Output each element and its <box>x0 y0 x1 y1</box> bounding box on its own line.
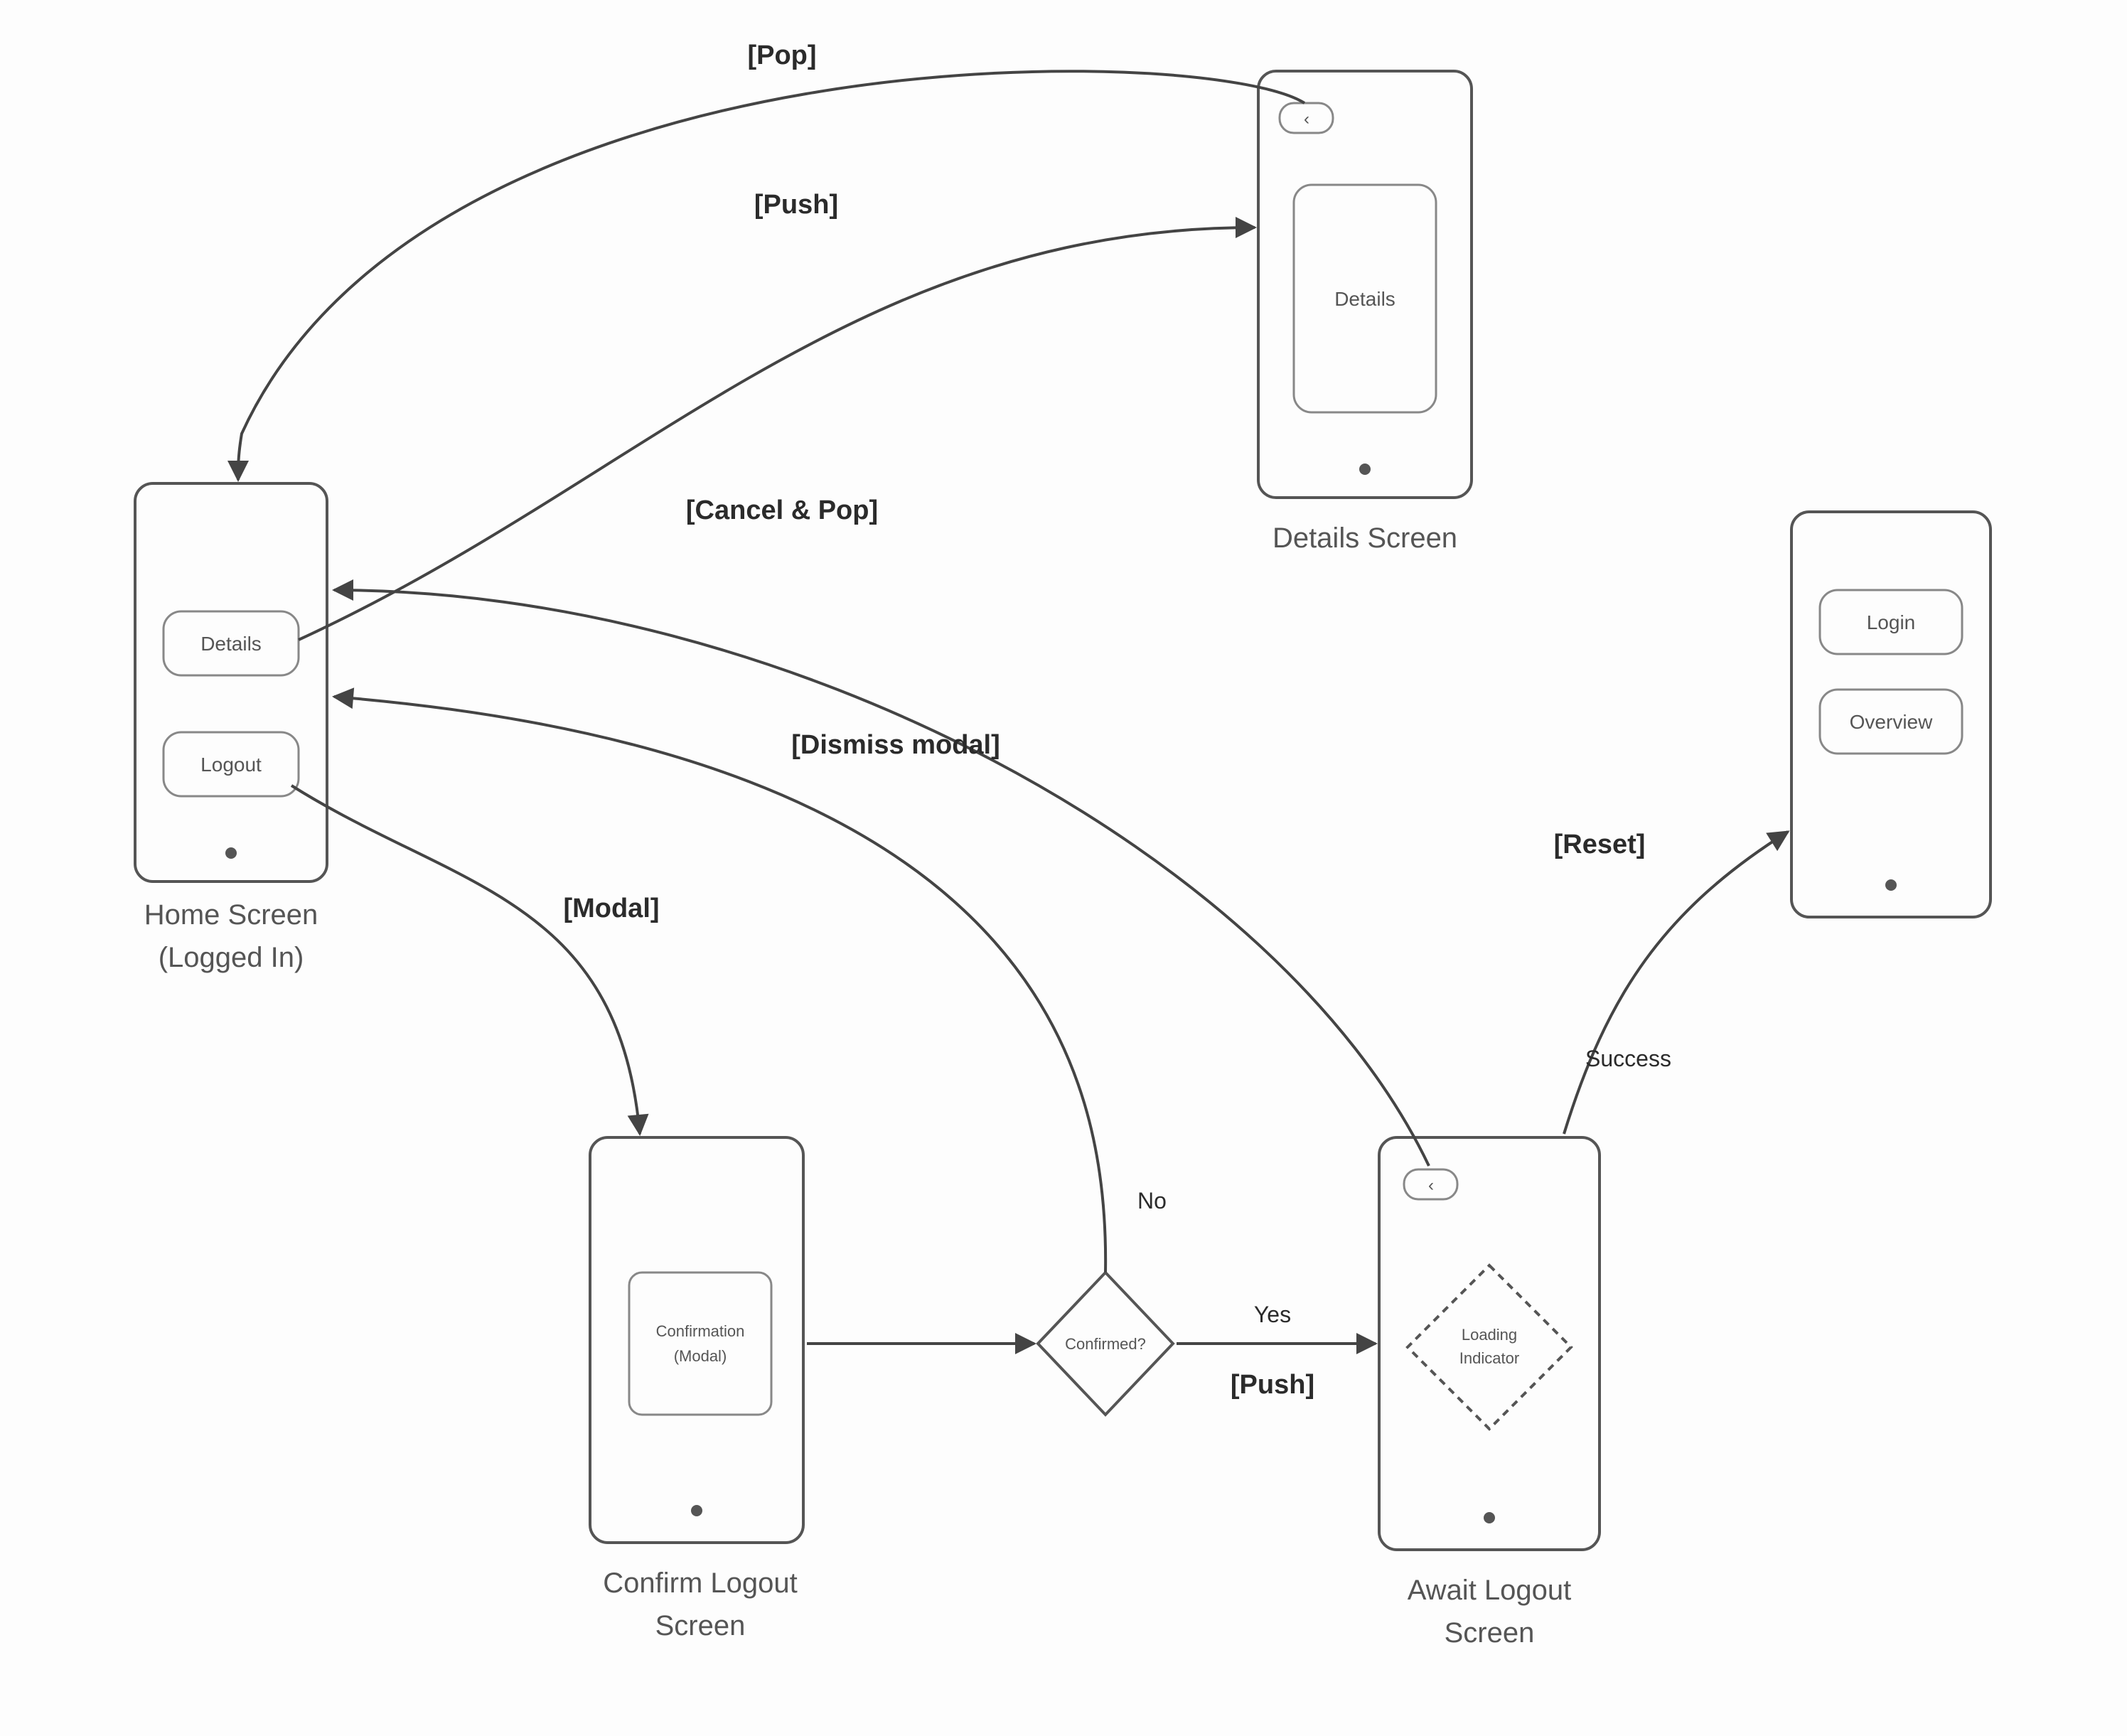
edge-push-await-label: [Push] <box>1231 1370 1314 1400</box>
edge-modal <box>291 786 640 1134</box>
details-screen-title: Details Screen <box>1273 523 1457 554</box>
edge-dismiss-modal-label: [Dismiss modal] <box>791 730 1000 760</box>
home-screen-title-1: Home Screen <box>144 899 318 931</box>
decision-label: Confirmed? <box>1065 1335 1146 1353</box>
edge-yes-label: Yes <box>1254 1302 1291 1327</box>
confirm-screen-title-2: Screen <box>655 1610 746 1641</box>
login-screen: Login Overview <box>1791 512 1991 917</box>
edge-success-label: Success <box>1585 1046 1671 1071</box>
confirm-logout-screen: Confirmation (Modal) Confirm Logout Scre… <box>590 1137 803 1641</box>
edge-reset-label: [Reset] <box>1554 830 1646 859</box>
confirm-screen-title-1: Confirm Logout <box>603 1568 797 1599</box>
edge-push-details-label: [Push] <box>754 190 838 220</box>
edge-modal-label: [Modal] <box>563 894 659 923</box>
back-icon-await: ‹ <box>1428 1176 1434 1195</box>
edge-cancel-pop <box>334 590 1429 1166</box>
home-screen: Details Logout Home Screen (Logged In) <box>135 483 327 973</box>
confirm-modal-label-2: (Modal) <box>674 1347 727 1365</box>
edge-pop <box>238 71 1304 480</box>
edge-dismiss-modal <box>334 697 1105 1272</box>
await-screen-title-2: Screen <box>1445 1617 1535 1649</box>
login-button-label: Login <box>1867 611 1916 633</box>
back-icon: ‹ <box>1304 109 1309 129</box>
edge-push-details <box>299 227 1255 640</box>
edge-pop-label: [Pop] <box>747 41 816 70</box>
home-screen-title-2: (Logged In) <box>159 942 304 973</box>
confirm-modal-label-1: Confirmation <box>656 1322 745 1340</box>
await-screen-title-1: Await Logout <box>1408 1575 1572 1606</box>
await-logout-screen: ‹ Loading Indicator Await Logout Screen <box>1379 1137 1600 1649</box>
details-screen: ‹ Details Details Screen <box>1258 71 1472 554</box>
confirmed-decision: Confirmed? <box>1038 1272 1173 1415</box>
loading-label-1: Loading <box>1462 1326 1517 1344</box>
edge-reset <box>1564 832 1788 1134</box>
home-logout-button: Logout <box>164 732 299 796</box>
navigation-diagram: Details Logout Home Screen (Logged In) ‹… <box>0 0 2127 1736</box>
loading-label-2: Indicator <box>1459 1349 1519 1367</box>
home-details-label: Details <box>200 633 262 655</box>
edge-cancel-pop-label: [Cancel & Pop] <box>686 495 878 525</box>
home-logout-label: Logout <box>200 754 262 776</box>
home-details-button: Details <box>164 611 299 675</box>
details-content-label: Details <box>1334 288 1395 310</box>
edge-no-label: No <box>1137 1188 1167 1213</box>
overview-button-label: Overview <box>1850 711 1933 733</box>
